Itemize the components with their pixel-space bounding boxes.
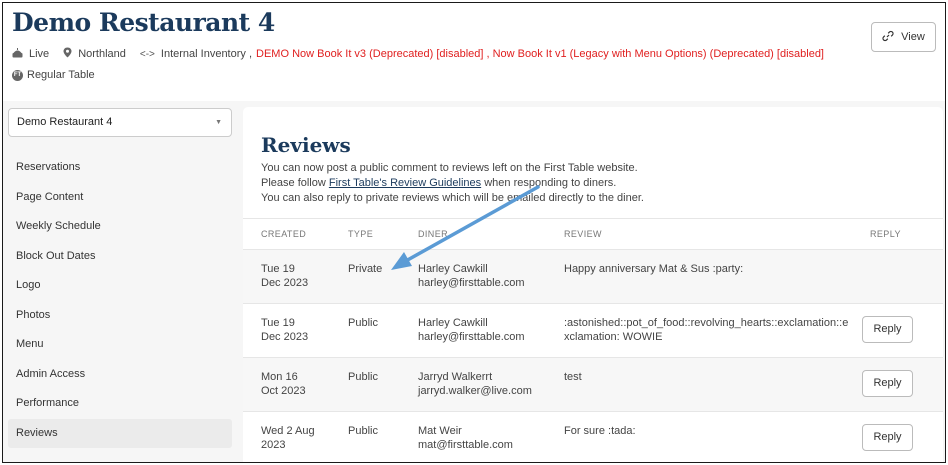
sidebar-item-admin-access[interactable]: Admin Access [8, 360, 232, 390]
table-row: Wed 2 Aug 2023 Public Mat Weir mat@firstta… [243, 411, 943, 462]
region-text: Northland [78, 48, 126, 60]
sidebar-item-block-out-dates[interactable]: Block Out Dates [8, 242, 232, 272]
reviews-description: You can now post a public comment to rev… [261, 162, 644, 204]
column-reply: REPLY [852, 218, 943, 250]
sidebar-item-reservations[interactable]: Reservations [8, 153, 232, 183]
app-window: Demo Restaurant 4 Live Northland <-> Int… [2, 2, 946, 463]
restaurant-meta: Live Northland <-> Internal Inventory , … [12, 47, 824, 61]
caret-down-icon: ▼ [215, 119, 222, 126]
table-row: Tue 19 Dec 2023 Public Harley Cawkill harl… [243, 303, 943, 358]
view-button[interactable]: View [871, 22, 936, 52]
deprecated-integrations-text: DEMO Now Book It v3 (Deprecated) [disabl… [256, 48, 824, 60]
sidebar-item-page-content[interactable]: Page Content [8, 183, 232, 213]
table-header-row: CREATED TYPE DINER REVIEW REPLY [243, 218, 943, 250]
integrations-text: Internal Inventory , [160, 48, 253, 60]
page-header: Demo Restaurant 4 Live Northland <-> Int… [3, 3, 945, 101]
sidebar-item-menu[interactable]: Menu [8, 330, 232, 360]
table-type-text: Regular Table [27, 69, 95, 81]
column-review: REVIEW [546, 218, 852, 250]
integration-arrows-icon: <-> [139, 48, 155, 60]
column-created: CREATED [243, 218, 330, 250]
reply-button[interactable]: Reply [862, 316, 913, 343]
sidebar-item-logo[interactable]: Logo [8, 271, 232, 301]
first-table-badge-icon: FT [12, 69, 23, 81]
reply-button[interactable]: Reply [862, 370, 913, 397]
column-type: TYPE [330, 218, 400, 250]
table-row: Mon 16 Oct 2023 Public Jarryd Walkerrt jar… [243, 357, 943, 412]
reply-button[interactable]: Reply [862, 424, 913, 451]
link-icon [882, 30, 894, 45]
table-row: Tue 19 Dec 2023 Private Harley Cawkill har… [243, 249, 943, 304]
review-guidelines-link[interactable]: First Table's Review Guidelines [329, 177, 481, 189]
reviews-table: CREATED TYPE DINER REVIEW REPLY Tue 19 De… [243, 218, 943, 462]
sidebar-item-reviews[interactable]: Reviews [8, 418, 232, 448]
sidebar-item-photos[interactable]: Photos [8, 301, 232, 331]
column-diner: DINER [400, 218, 546, 250]
sidebar-item-performance[interactable]: Performance [8, 389, 232, 419]
sidebar-item-weekly-schedule[interactable]: Weekly Schedule [8, 212, 232, 242]
page-title: Reviews [261, 133, 351, 157]
restaurant-title: Demo Restaurant 4 [12, 8, 275, 37]
sidebar-nav: Reservations Page Content Weekly Schedul… [8, 153, 232, 448]
view-button-label: View [901, 31, 925, 43]
live-status-icon [12, 47, 23, 61]
location-pin-icon [63, 47, 72, 61]
status-text: Live [29, 48, 50, 60]
restaurant-select-value: Demo Restaurant 4 [17, 116, 113, 128]
reviews-panel: Reviews You can now post a public commen… [243, 107, 943, 462]
restaurant-select[interactable]: Demo Restaurant 4 ▼ [8, 108, 232, 137]
